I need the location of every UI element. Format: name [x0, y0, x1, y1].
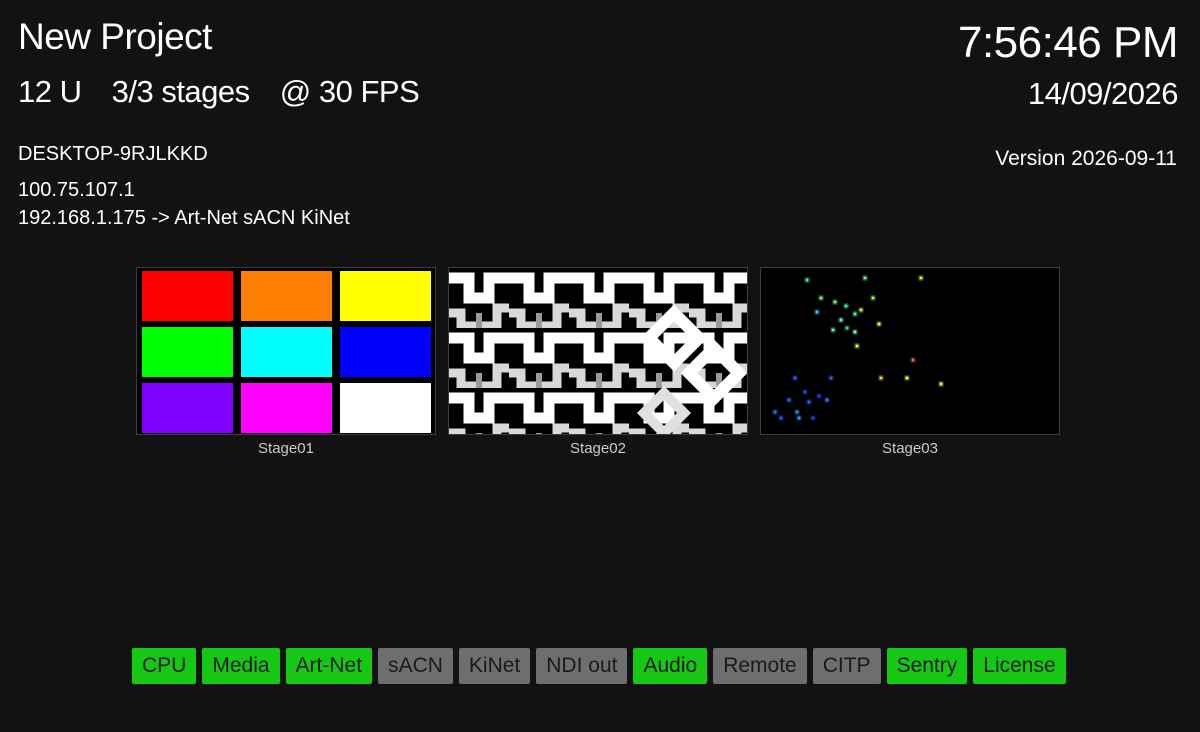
particles-preview	[761, 268, 1059, 434]
particle-core	[829, 376, 833, 380]
stage-label: Stage01	[258, 440, 314, 457]
hostname: DESKTOP-9RJLKKD	[18, 143, 208, 165]
particle-core	[773, 410, 777, 414]
color-swatch	[241, 383, 332, 433]
particle-core	[817, 394, 821, 398]
color-swatch	[142, 271, 233, 321]
particle-core	[815, 310, 819, 314]
color-swatch	[340, 327, 431, 377]
clock-time: 7:56:46 PM	[957, 18, 1179, 67]
ip-list: 100.75.107.1 192.168.1.175 -> Art-Net sA…	[18, 176, 350, 232]
particle-core	[831, 328, 835, 332]
status-chip-cpu[interactable]: CPU	[132, 648, 197, 684]
status-chip-media[interactable]: Media	[202, 648, 280, 684]
particle-core	[845, 326, 849, 330]
color-swatch	[340, 383, 431, 433]
particle-core	[805, 278, 809, 282]
stage-thumbnail[interactable]	[760, 267, 1060, 435]
particle-core	[833, 300, 837, 304]
color-grid-preview	[137, 268, 435, 434]
particle-core	[855, 344, 859, 348]
status-chip-sacn[interactable]: sACN	[378, 648, 453, 684]
version-label: Version 2026-09-11	[995, 147, 1177, 170]
particle-core	[803, 390, 807, 394]
status-chip-license[interactable]: License	[973, 648, 1066, 684]
stage-card[interactable]: Stage03	[760, 267, 1060, 458]
particle-core	[839, 318, 843, 322]
particle-core	[919, 276, 923, 280]
stage-thumbnail[interactable]	[136, 267, 436, 435]
stage-count: 3/3 stages	[111, 74, 251, 109]
color-swatch	[142, 383, 233, 433]
stage-card[interactable]: Stage01	[136, 267, 436, 458]
particle-core	[807, 400, 811, 404]
particle-core	[859, 308, 863, 312]
stage-label: Stage03	[882, 440, 938, 457]
status-chip-sentry[interactable]: Sentry	[886, 648, 968, 684]
stage-thumbnail[interactable]	[448, 267, 748, 435]
ip-address: 100.75.107.1	[18, 179, 135, 201]
color-swatch	[241, 327, 332, 377]
status-chip-ndi-out[interactable]: NDI out	[536, 648, 628, 684]
color-swatch	[142, 327, 233, 377]
particle-core	[811, 416, 815, 420]
status-chip-kinet[interactable]: KiNet	[458, 648, 531, 684]
fps-readout: @ 30 FPS	[279, 74, 420, 109]
particle-core	[905, 376, 909, 380]
status-chip-citp[interactable]: CITP	[812, 648, 881, 684]
particle-core	[819, 296, 823, 300]
particle-core	[779, 416, 783, 420]
maze-pattern-preview	[449, 268, 747, 434]
particle-core	[793, 376, 797, 380]
status-chip-audio[interactable]: Audio	[633, 648, 708, 684]
particle-core	[853, 330, 857, 334]
particle-core	[844, 304, 848, 308]
particle-core	[879, 376, 883, 380]
project-stats: 12 U 3/3 stages @ 30 FPS	[18, 72, 420, 112]
ip-address: 192.168.1.175 -> Art-Net sACN KiNet	[18, 207, 350, 229]
stage-label: Stage02	[570, 440, 626, 457]
status-chip-remote[interactable]: Remote	[713, 648, 807, 684]
clock-date: 14/09/2026	[1027, 76, 1179, 111]
status-chip-art-net[interactable]: Art-Net	[285, 648, 373, 684]
project-title: New Project	[18, 16, 212, 57]
particle-core	[871, 296, 875, 300]
particle-core	[877, 322, 881, 326]
particle-core	[853, 312, 857, 316]
stage-previews: Stage01 Stage02 Stage03	[136, 267, 1060, 458]
particle-core	[939, 382, 943, 386]
particle-core	[911, 358, 915, 362]
stage-card[interactable]: Stage02	[448, 267, 748, 458]
color-swatch	[340, 271, 431, 321]
color-swatch	[241, 271, 332, 321]
particle-core	[787, 398, 791, 402]
status-bar: CPU Media Art-Net sACN KiNet NDI out Audio Remo…	[132, 648, 1066, 684]
particle-core	[795, 410, 799, 414]
particle-core	[863, 276, 867, 280]
particle-core	[825, 398, 829, 402]
particle-core	[797, 416, 801, 420]
universe-count: 12 U	[18, 74, 82, 109]
